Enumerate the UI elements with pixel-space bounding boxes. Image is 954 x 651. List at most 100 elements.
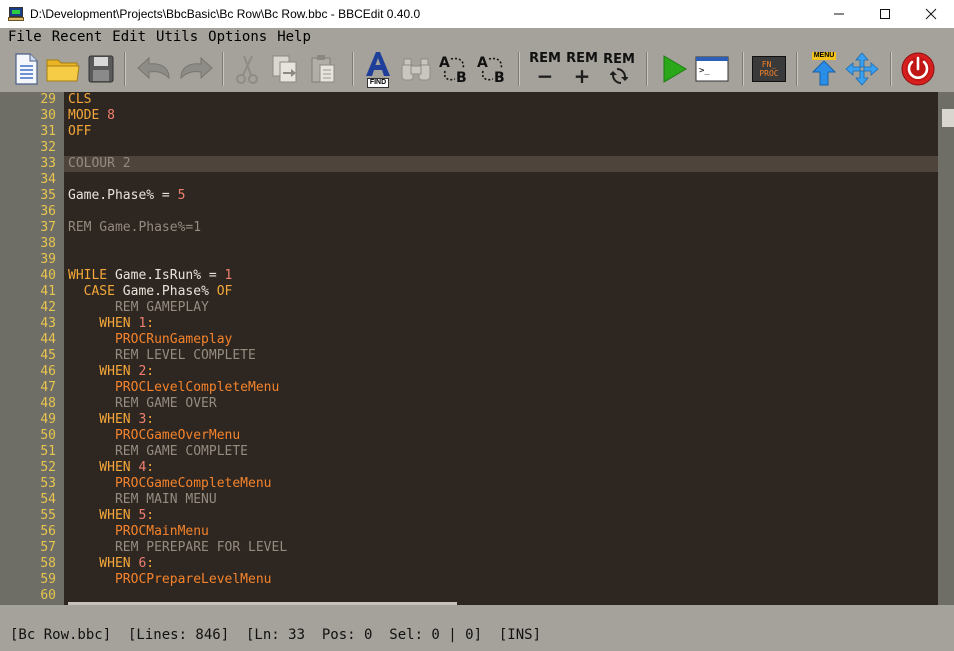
replace-button[interactable]: AB xyxy=(436,50,472,88)
code-token: 5 xyxy=(177,188,186,203)
close-button[interactable] xyxy=(908,0,954,28)
code-line[interactable]: PROCPrepareLevelMenu xyxy=(68,572,272,588)
code-editor[interactable]: 29 30 31 32 33 34 35 36 37 38 39 40 41 42 43 44 45 46 47 48… xyxy=(0,92,954,612)
folder-icon xyxy=(46,59,80,82)
code-line[interactable]: REM MAIN MENU xyxy=(68,492,217,508)
code-line[interactable]: REM PEREPARE FOR LEVEL xyxy=(68,540,287,556)
console-button[interactable]: >_ xyxy=(694,50,730,88)
code-line[interactable]: PROCGameOverMenu xyxy=(68,428,240,444)
code-line[interactable]: MODE 8 xyxy=(68,108,115,124)
save-button[interactable] xyxy=(86,50,116,88)
code-line[interactable]: PROCGameCompleteMenu xyxy=(68,476,272,492)
new-file-button[interactable] xyxy=(10,50,42,88)
code-line[interactable]: Game.Phase% = 5 xyxy=(68,188,185,204)
menu-file[interactable]: File xyxy=(8,29,42,45)
bbc-computer-icon xyxy=(8,7,24,21)
line-number: 47 xyxy=(40,380,56,395)
code-token: : xyxy=(146,460,155,475)
horizontal-scrollbar[interactable] xyxy=(64,588,938,612)
paste-button[interactable] xyxy=(306,50,340,88)
line-number: 45 xyxy=(40,348,56,363)
minus-icon: − xyxy=(536,64,554,88)
toolbar: FIND AB AB REM − REM + REM >_ FN_ PROC M… xyxy=(0,46,954,92)
line-number: 50 xyxy=(40,428,56,443)
toolbar-separator xyxy=(796,52,798,86)
line-number: 42 xyxy=(40,300,56,315)
menu-utils[interactable]: Utils xyxy=(156,29,198,45)
code-token: : xyxy=(146,412,155,427)
rem-toggle-button[interactable]: REM xyxy=(602,50,636,88)
code-token: 2 xyxy=(122,156,131,171)
menu-bar: File Recent Edit Utils Options Help xyxy=(0,28,954,46)
replace-all-button[interactable]: AB xyxy=(474,50,510,88)
find-button[interactable]: FIND xyxy=(360,50,396,88)
minimize-button[interactable] xyxy=(816,0,862,28)
maximize-button[interactable] xyxy=(862,0,908,28)
code-token: REM Game.Phase%=1 xyxy=(68,220,202,235)
code-token: WHEN xyxy=(68,316,139,331)
code-line[interactable]: WHEN 1: xyxy=(68,316,154,332)
vertical-scrollbar[interactable] xyxy=(938,92,954,605)
menu-arrow-button[interactable]: MENU xyxy=(806,50,842,88)
copy-button[interactable] xyxy=(268,50,302,88)
line-number: 37 xyxy=(40,220,56,235)
line-number: 32 xyxy=(40,140,56,155)
code-line[interactable]: CLS xyxy=(68,92,91,108)
line-number: 53 xyxy=(40,476,56,491)
menu-help[interactable]: Help xyxy=(277,29,311,45)
open-file-button[interactable] xyxy=(44,50,82,88)
code-line[interactable]: REM GAME OVER xyxy=(68,396,217,412)
maximize-icon xyxy=(880,9,890,19)
rem-toggle-label: REM xyxy=(603,52,635,67)
code-line[interactable]: WHEN 3: xyxy=(68,412,154,428)
code-line[interactable]: PROCRunGameplay xyxy=(68,332,232,348)
line-number: 33 xyxy=(40,156,56,171)
move-button[interactable] xyxy=(844,50,880,88)
code-token: REM GAME OVER xyxy=(68,396,217,411)
line-number-gutter: 29 30 31 32 33 34 35 36 37 38 39 40 41 42 43 44 45 46 47 48… xyxy=(0,92,64,605)
code-line[interactable]: PROCLevelCompleteMenu xyxy=(68,380,279,396)
run-button[interactable] xyxy=(656,50,692,88)
rem-remove-button[interactable]: REM − xyxy=(528,50,562,88)
line-number: 34 xyxy=(40,172,56,187)
code-token: REM GAMEPLAY xyxy=(68,300,209,315)
redo-button[interactable] xyxy=(176,50,216,88)
power-icon xyxy=(901,52,935,86)
menu-edit[interactable]: Edit xyxy=(112,29,146,45)
exit-button[interactable] xyxy=(898,50,938,88)
replace-all-ab-icon: AB xyxy=(477,55,505,85)
code-line[interactable]: REM GAMEPLAY xyxy=(68,300,209,316)
menu-options[interactable]: Options xyxy=(208,29,267,45)
code-line[interactable]: COLOUR 2 xyxy=(68,156,131,172)
menu-recent[interactable]: Recent xyxy=(52,29,103,45)
line-number: 59 xyxy=(40,572,56,587)
code-line[interactable]: OFF xyxy=(68,124,91,140)
line-number: 29 xyxy=(40,92,56,107)
rem-add-button[interactable]: REM + xyxy=(565,50,599,88)
code-token: WHEN xyxy=(68,556,139,571)
play-icon xyxy=(663,55,687,83)
code-line[interactable]: WHEN 5: xyxy=(68,508,154,524)
code-token: WHEN xyxy=(68,460,139,475)
toolbar-separator xyxy=(222,52,224,86)
fn-proc-list-button[interactable]: FN_ PROC xyxy=(750,50,788,88)
svg-text:B: B xyxy=(494,70,505,85)
code-token: PROCLevelCompleteMenu xyxy=(68,380,280,395)
find-next-button[interactable] xyxy=(398,50,434,88)
code-text-area[interactable]: CLS MODE 8 OFF COLOUR 2 Game.Phase% = 5 REM G… xyxy=(64,92,938,588)
vertical-scroll-thumb[interactable] xyxy=(942,109,954,127)
cut-button[interactable] xyxy=(232,50,262,88)
undo-button[interactable] xyxy=(134,50,174,88)
plus-icon: + xyxy=(573,64,591,88)
code-line[interactable]: PROCMainMenu xyxy=(68,524,209,540)
code-line[interactable]: CASE Game.Phase% OF xyxy=(68,284,233,300)
code-line[interactable]: WHILE Game.IsRun% = 1 xyxy=(68,268,232,284)
code-line[interactable]: REM GAME COMPLETE xyxy=(68,444,248,460)
line-number: 35 xyxy=(40,188,56,203)
code-line[interactable]: WHEN 2: xyxy=(68,364,154,380)
code-line[interactable]: REM LEVEL COMPLETE xyxy=(68,348,256,364)
code-token: : xyxy=(146,316,155,331)
code-line[interactable]: REM Game.Phase%=1 xyxy=(68,220,201,236)
code-line[interactable]: WHEN 4: xyxy=(68,460,154,476)
code-line[interactable]: WHEN 6: xyxy=(68,556,154,572)
